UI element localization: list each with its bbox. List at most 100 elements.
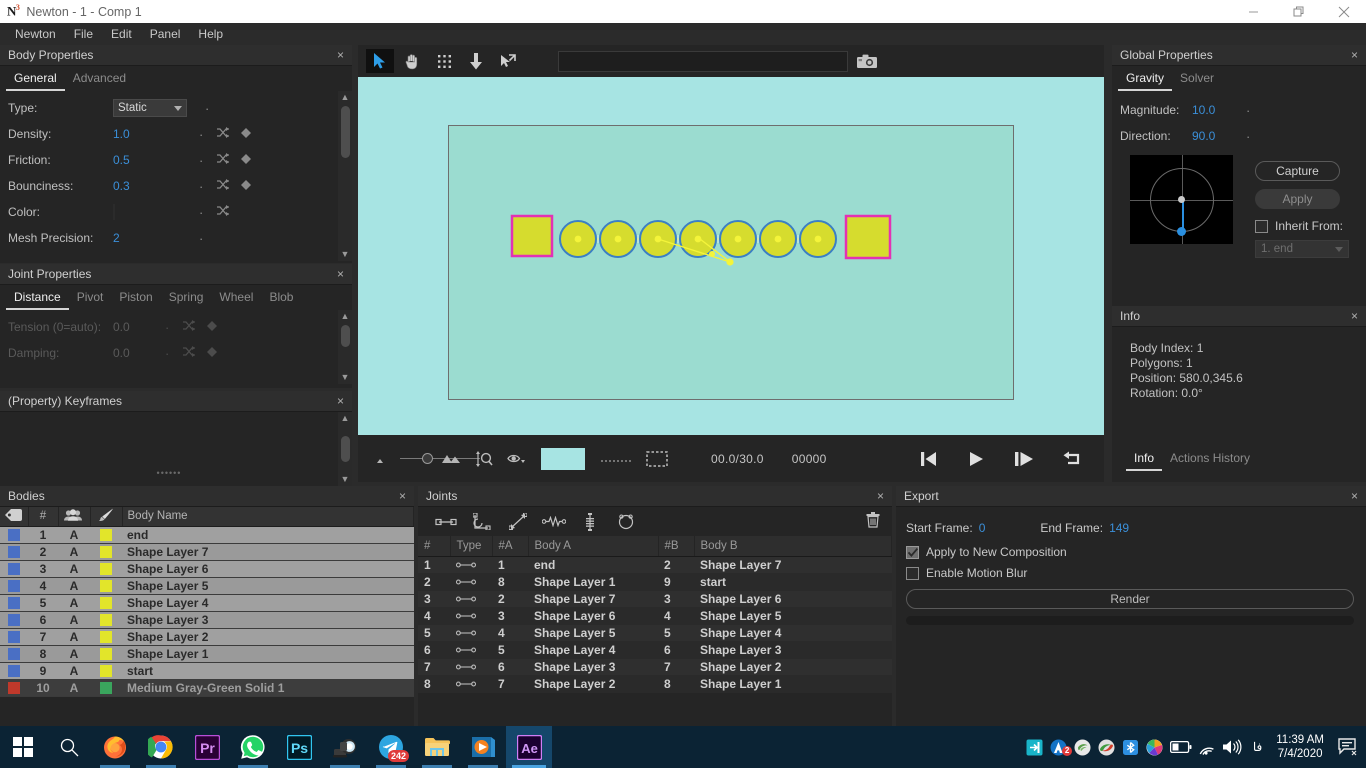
- pan-tool[interactable]: [398, 49, 426, 73]
- grid-tool[interactable]: [430, 49, 458, 73]
- col-body-a-number[interactable]: #A: [492, 536, 529, 557]
- body-color-swatch[interactable]: [90, 611, 122, 629]
- col-group[interactable]: [58, 507, 91, 527]
- body-name[interactable]: Shape Layer 7: [122, 543, 414, 561]
- menu-help[interactable]: Help: [189, 24, 232, 44]
- chrome-button[interactable]: [138, 726, 184, 768]
- table-row[interactable]: 5 A Shape Layer 4: [0, 594, 414, 612]
- close-icon[interactable]: ×: [875, 490, 886, 502]
- menu-newton[interactable]: Newton: [6, 24, 65, 44]
- joint-body-b-name[interactable]: Shape Layer 7: [694, 556, 892, 574]
- joint-anchor-dot[interactable]: [614, 235, 622, 243]
- spring-joint-icon[interactable]: [536, 516, 572, 527]
- keyframes-scrollbar[interactable]: ▲ ▼: [338, 412, 352, 486]
- language-indicator[interactable]: فا: [1253, 740, 1262, 754]
- joint-anchor-dot[interactable]: [814, 235, 822, 243]
- col-body-a[interactable]: Body A: [528, 536, 659, 557]
- body-name[interactable]: Shape Layer 2: [122, 628, 414, 646]
- col-body-name[interactable]: Body Name: [122, 507, 414, 527]
- after-effects-button[interactable]: Ae: [506, 726, 552, 768]
- col-body-b[interactable]: Body B: [694, 536, 892, 557]
- piston-joint-icon[interactable]: [500, 513, 536, 530]
- keyframe-diamond-icon[interactable]: [241, 179, 252, 193]
- scroll-thumb[interactable]: [340, 106, 350, 158]
- keyframe-diamond-icon[interactable]: [241, 127, 252, 141]
- body-select-swatch[interactable]: [0, 543, 28, 561]
- mesh-precision-keyframe-dot[interactable]: ·: [199, 232, 203, 245]
- premiere-pro-button[interactable]: Pr: [184, 726, 230, 768]
- table-row[interactable]: 1 1 end 2 Shape Layer 7: [418, 556, 892, 574]
- body-color-swatch[interactable]: [90, 662, 122, 680]
- joint-body-b-name[interactable]: Shape Layer 1: [694, 675, 892, 693]
- type-dropdown[interactable]: Static: [113, 99, 187, 117]
- body-select-swatch[interactable]: [0, 662, 28, 680]
- col-joint-type[interactable]: Type: [450, 536, 493, 557]
- close-icon[interactable]: ×: [335, 395, 346, 407]
- play-button[interactable]: [952, 451, 1000, 467]
- col-number[interactable]: #: [28, 507, 59, 527]
- tab-spring[interactable]: Spring: [161, 288, 212, 310]
- body-color-swatch[interactable]: [90, 543, 122, 561]
- bounciness-keyframe-dot[interactable]: ·: [199, 180, 203, 193]
- blob-joint-icon[interactable]: [608, 513, 644, 530]
- joint-anchor-dot[interactable]: [774, 235, 782, 243]
- bounciness-value[interactable]: 0.3: [113, 179, 199, 193]
- scroll-down-icon[interactable]: ▼: [341, 473, 350, 486]
- body-select-swatch[interactable]: [0, 628, 28, 646]
- joint-body-a-name[interactable]: Shape Layer 5: [528, 624, 658, 642]
- tab-distance[interactable]: Distance: [6, 288, 69, 310]
- clock[interactable]: 11:39 AM 7/4/2020: [1276, 733, 1324, 761]
- menu-edit[interactable]: Edit: [102, 24, 141, 44]
- body-group[interactable]: A: [58, 645, 90, 663]
- joint-body-b-name[interactable]: Shape Layer 4: [694, 624, 892, 642]
- notifications-icon[interactable]: [1334, 738, 1362, 756]
- tab-solver[interactable]: Solver: [1172, 69, 1222, 91]
- marquee-icon[interactable]: [646, 450, 668, 467]
- select-tool[interactable]: [366, 49, 394, 73]
- body-color-swatch[interactable]: [90, 577, 122, 595]
- tab-piston[interactable]: Piston: [111, 288, 160, 310]
- shuffle-icon[interactable]: [217, 179, 230, 193]
- scroll-up-icon[interactable]: ▲: [341, 412, 350, 425]
- shuffle-icon[interactable]: [217, 153, 230, 167]
- body-name[interactable]: Shape Layer 3: [122, 611, 414, 629]
- wheel-joint-icon[interactable]: [572, 512, 608, 531]
- media-player-button[interactable]: [460, 726, 506, 768]
- joint-body-a-name[interactable]: Shape Layer 3: [528, 658, 658, 676]
- body-group[interactable]: A: [58, 594, 90, 612]
- distance-joint-icon[interactable]: [428, 517, 464, 527]
- table-row[interactable]: 4 A Shape Layer 5: [0, 577, 414, 595]
- col-joint-number[interactable]: #: [418, 536, 451, 557]
- close-icon[interactable]: ×: [1349, 490, 1360, 502]
- tab-general[interactable]: General: [6, 69, 65, 91]
- joint-handle[interactable]: [726, 258, 734, 266]
- menu-panel[interactable]: Panel: [141, 24, 190, 44]
- body-color-swatch[interactable]: [90, 628, 122, 646]
- body-properties-scrollbar[interactable]: ▲ ▼: [338, 91, 352, 261]
- whatsapp-button[interactable]: [230, 726, 276, 768]
- joint-body-b-name[interactable]: Shape Layer 3: [694, 641, 892, 659]
- body-group[interactable]: A: [58, 628, 90, 646]
- col-color[interactable]: [90, 507, 123, 527]
- gravity-direction-widget[interactable]: [1130, 155, 1233, 244]
- color-icon[interactable]: [1143, 739, 1167, 756]
- body-group[interactable]: A: [58, 577, 90, 595]
- body-name[interactable]: end: [122, 526, 414, 544]
- col-tag[interactable]: [0, 507, 29, 527]
- end-frame-value[interactable]: 149: [1109, 521, 1129, 535]
- minimize-icon[interactable]: [1231, 0, 1276, 23]
- table-row[interactable]: 6 5 Shape Layer 4 6 Shape Layer 3: [418, 641, 892, 659]
- type-keyframe-dot[interactable]: ·: [205, 102, 209, 115]
- static-body-square[interactable]: [844, 214, 892, 260]
- search-button[interactable]: [46, 726, 92, 768]
- magnitude-keyframe-dot[interactable]: ·: [1246, 104, 1250, 117]
- joint-body-b-name[interactable]: Shape Layer 5: [694, 607, 892, 625]
- color-keyframe-dot[interactable]: ·: [199, 206, 203, 219]
- scroll-thumb[interactable]: [340, 325, 350, 347]
- photoshop-button[interactable]: Ps: [276, 726, 322, 768]
- body-color-swatch[interactable]: [90, 594, 122, 612]
- body-group[interactable]: A: [58, 611, 90, 629]
- enable-motion-blur-checkbox[interactable]: [906, 566, 919, 580]
- firefox-button[interactable]: [92, 726, 138, 768]
- direction-keyframe-dot[interactable]: ·: [1246, 130, 1250, 143]
